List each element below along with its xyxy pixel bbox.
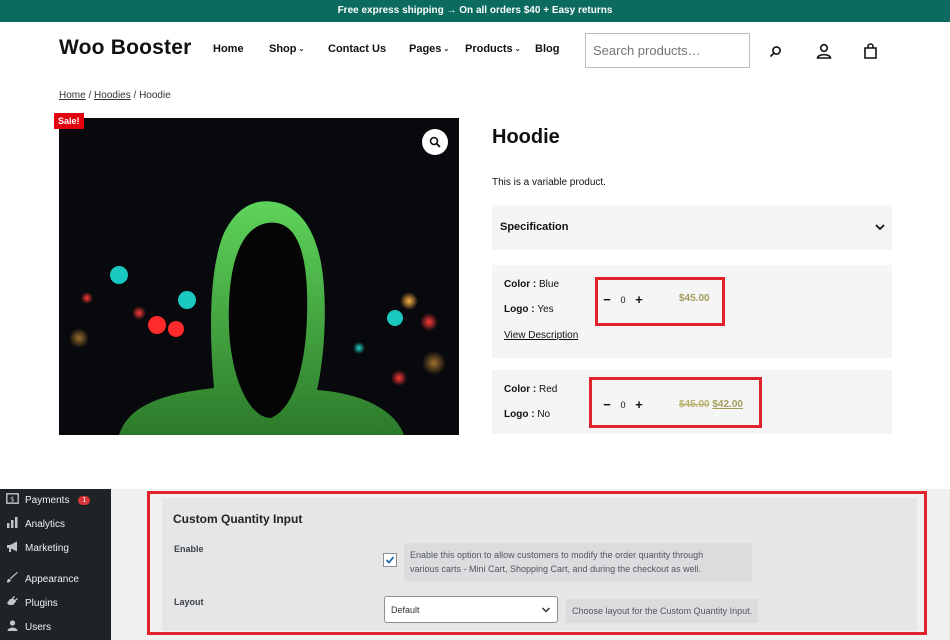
chevron-down-icon: ⌄ bbox=[514, 46, 521, 53]
variant-color: Color : Blue bbox=[504, 279, 559, 290]
layout-select[interactable]: Default bbox=[384, 596, 558, 623]
plugin-icon bbox=[6, 596, 19, 610]
zoom-button[interactable] bbox=[422, 129, 448, 155]
admin-menu-plugins[interactable]: Plugins bbox=[6, 596, 58, 610]
variant-price: $45.00 $42.00 bbox=[679, 399, 743, 410]
color-value: Red bbox=[539, 384, 558, 395]
admin-sidebar bbox=[0, 489, 111, 640]
nav-blog[interactable]: Blog bbox=[535, 43, 559, 55]
analytics-icon bbox=[6, 517, 19, 531]
chevron-down-icon: ⌄ bbox=[443, 46, 450, 53]
old-price: $45.00 bbox=[679, 399, 710, 410]
layout-select-value: Default bbox=[391, 604, 420, 615]
admin-menu-marketing[interactable]: Marketing bbox=[6, 541, 69, 555]
chevron-down-icon: ⌄ bbox=[298, 46, 305, 53]
search-icon[interactable] bbox=[765, 41, 785, 61]
qty-plus-button[interactable]: + bbox=[632, 397, 646, 412]
tooltip-line: various carts - Mini Cart, Shopping Cart… bbox=[410, 564, 702, 574]
variant-color: Color : Red bbox=[504, 384, 557, 395]
breadcrumb-hoodies[interactable]: Hoodies bbox=[94, 90, 131, 101]
nav-shop-label: Shop bbox=[269, 43, 297, 55]
layout-label: Layout bbox=[174, 597, 204, 607]
nav-products-label: Products bbox=[465, 43, 513, 55]
paintbrush-icon bbox=[6, 572, 19, 586]
sale-badge: Sale! bbox=[54, 113, 84, 129]
users-icon bbox=[6, 620, 19, 634]
breadcrumb: Home / Hoodies / Hoodie bbox=[59, 90, 171, 101]
layout-tooltip: Choose layout for the Custom Quantity In… bbox=[566, 599, 759, 623]
view-description-link[interactable]: View Description bbox=[504, 330, 578, 341]
nav-contact[interactable]: Contact Us bbox=[328, 43, 386, 55]
megaphone-icon bbox=[6, 541, 19, 555]
product-title: Hoodie bbox=[492, 126, 560, 148]
chevron-down-icon bbox=[541, 606, 551, 613]
site-logo[interactable]: Woo Booster bbox=[59, 36, 191, 60]
nav-products[interactable]: Products ⌄ bbox=[465, 43, 521, 55]
zoom-icon bbox=[429, 136, 441, 148]
enable-tooltip: Enable this option to allow customers to… bbox=[404, 543, 752, 581]
admin-menu-label: Appearance bbox=[25, 573, 79, 585]
qty-minus-button[interactable]: − bbox=[600, 292, 614, 307]
admin-menu-appearance[interactable]: Appearance bbox=[6, 572, 79, 586]
admin-menu-users[interactable]: Users bbox=[6, 620, 51, 634]
nav-pages[interactable]: Pages ⌄ bbox=[409, 43, 449, 55]
qty-minus-button[interactable]: − bbox=[600, 397, 614, 412]
admin-menu-label: Analytics bbox=[25, 518, 66, 530]
logo-value: No bbox=[537, 409, 551, 420]
qty-plus-button[interactable]: + bbox=[632, 292, 646, 307]
color-label: Color : bbox=[504, 384, 539, 395]
nav-home[interactable]: Home bbox=[213, 43, 244, 55]
quantity-stepper: − 0 + bbox=[600, 292, 646, 307]
chevron-down-icon bbox=[874, 220, 886, 238]
breadcrumb-separator: / bbox=[85, 90, 95, 101]
enable-label: Enable bbox=[174, 544, 204, 554]
search-input[interactable] bbox=[585, 33, 750, 68]
product-description: This is a variable product. bbox=[492, 177, 606, 188]
breadcrumb-home[interactable]: Home bbox=[59, 90, 86, 101]
quantity-stepper: − 0 + bbox=[600, 397, 646, 412]
promo-bar: Free express shipping → On all orders $4… bbox=[0, 0, 950, 22]
breadcrumb-separator: / bbox=[130, 90, 140, 101]
sale-price: $42.00 bbox=[712, 399, 743, 410]
admin-menu-label: Plugins bbox=[25, 597, 58, 609]
breadcrumb-current: Hoodie bbox=[139, 90, 171, 101]
variant-price: $45.00 bbox=[679, 293, 710, 304]
admin-menu-payments[interactable]: $ Payments 1 bbox=[6, 493, 91, 507]
product-image[interactable] bbox=[59, 118, 459, 435]
checkmark-icon bbox=[385, 556, 395, 564]
account-icon[interactable] bbox=[814, 41, 834, 61]
color-label: Color : bbox=[504, 279, 539, 290]
admin-menu-label: Marketing bbox=[25, 542, 69, 554]
admin-menu-label: Payments bbox=[25, 494, 70, 506]
admin-menu-label: Users bbox=[25, 621, 52, 633]
color-value: Blue bbox=[539, 279, 560, 290]
enable-checkbox[interactable] bbox=[383, 553, 397, 567]
qty-value[interactable]: 0 bbox=[614, 400, 632, 410]
qty-value[interactable]: 0 bbox=[614, 295, 632, 305]
tooltip-line: Enable this option to allow customers to… bbox=[410, 550, 704, 560]
notification-badge: 1 bbox=[78, 495, 91, 505]
cart-icon[interactable] bbox=[860, 41, 880, 61]
admin-menu-analytics[interactable]: Analytics bbox=[6, 517, 65, 531]
payments-icon: $ bbox=[6, 493, 19, 507]
logo-label: Logo : bbox=[504, 409, 538, 420]
settings-title: Custom Quantity Input bbox=[173, 512, 303, 526]
logo-label: Logo : bbox=[504, 304, 538, 315]
site-header: Woo Booster Home Shop ⌄ Contact Us Pages ⌄… bbox=[0, 22, 950, 80]
nav-pages-label: Pages bbox=[409, 43, 442, 55]
variant-logo: Logo : Yes bbox=[504, 304, 554, 315]
variant-logo: Logo : No bbox=[504, 409, 550, 420]
specification-label: Specification bbox=[500, 221, 569, 233]
svg-text:$: $ bbox=[10, 496, 14, 504]
specification-accordion[interactable]: Specification bbox=[492, 205, 892, 250]
logo-value: Yes bbox=[537, 304, 554, 315]
nav-shop[interactable]: Shop ⌄ bbox=[269, 43, 304, 55]
